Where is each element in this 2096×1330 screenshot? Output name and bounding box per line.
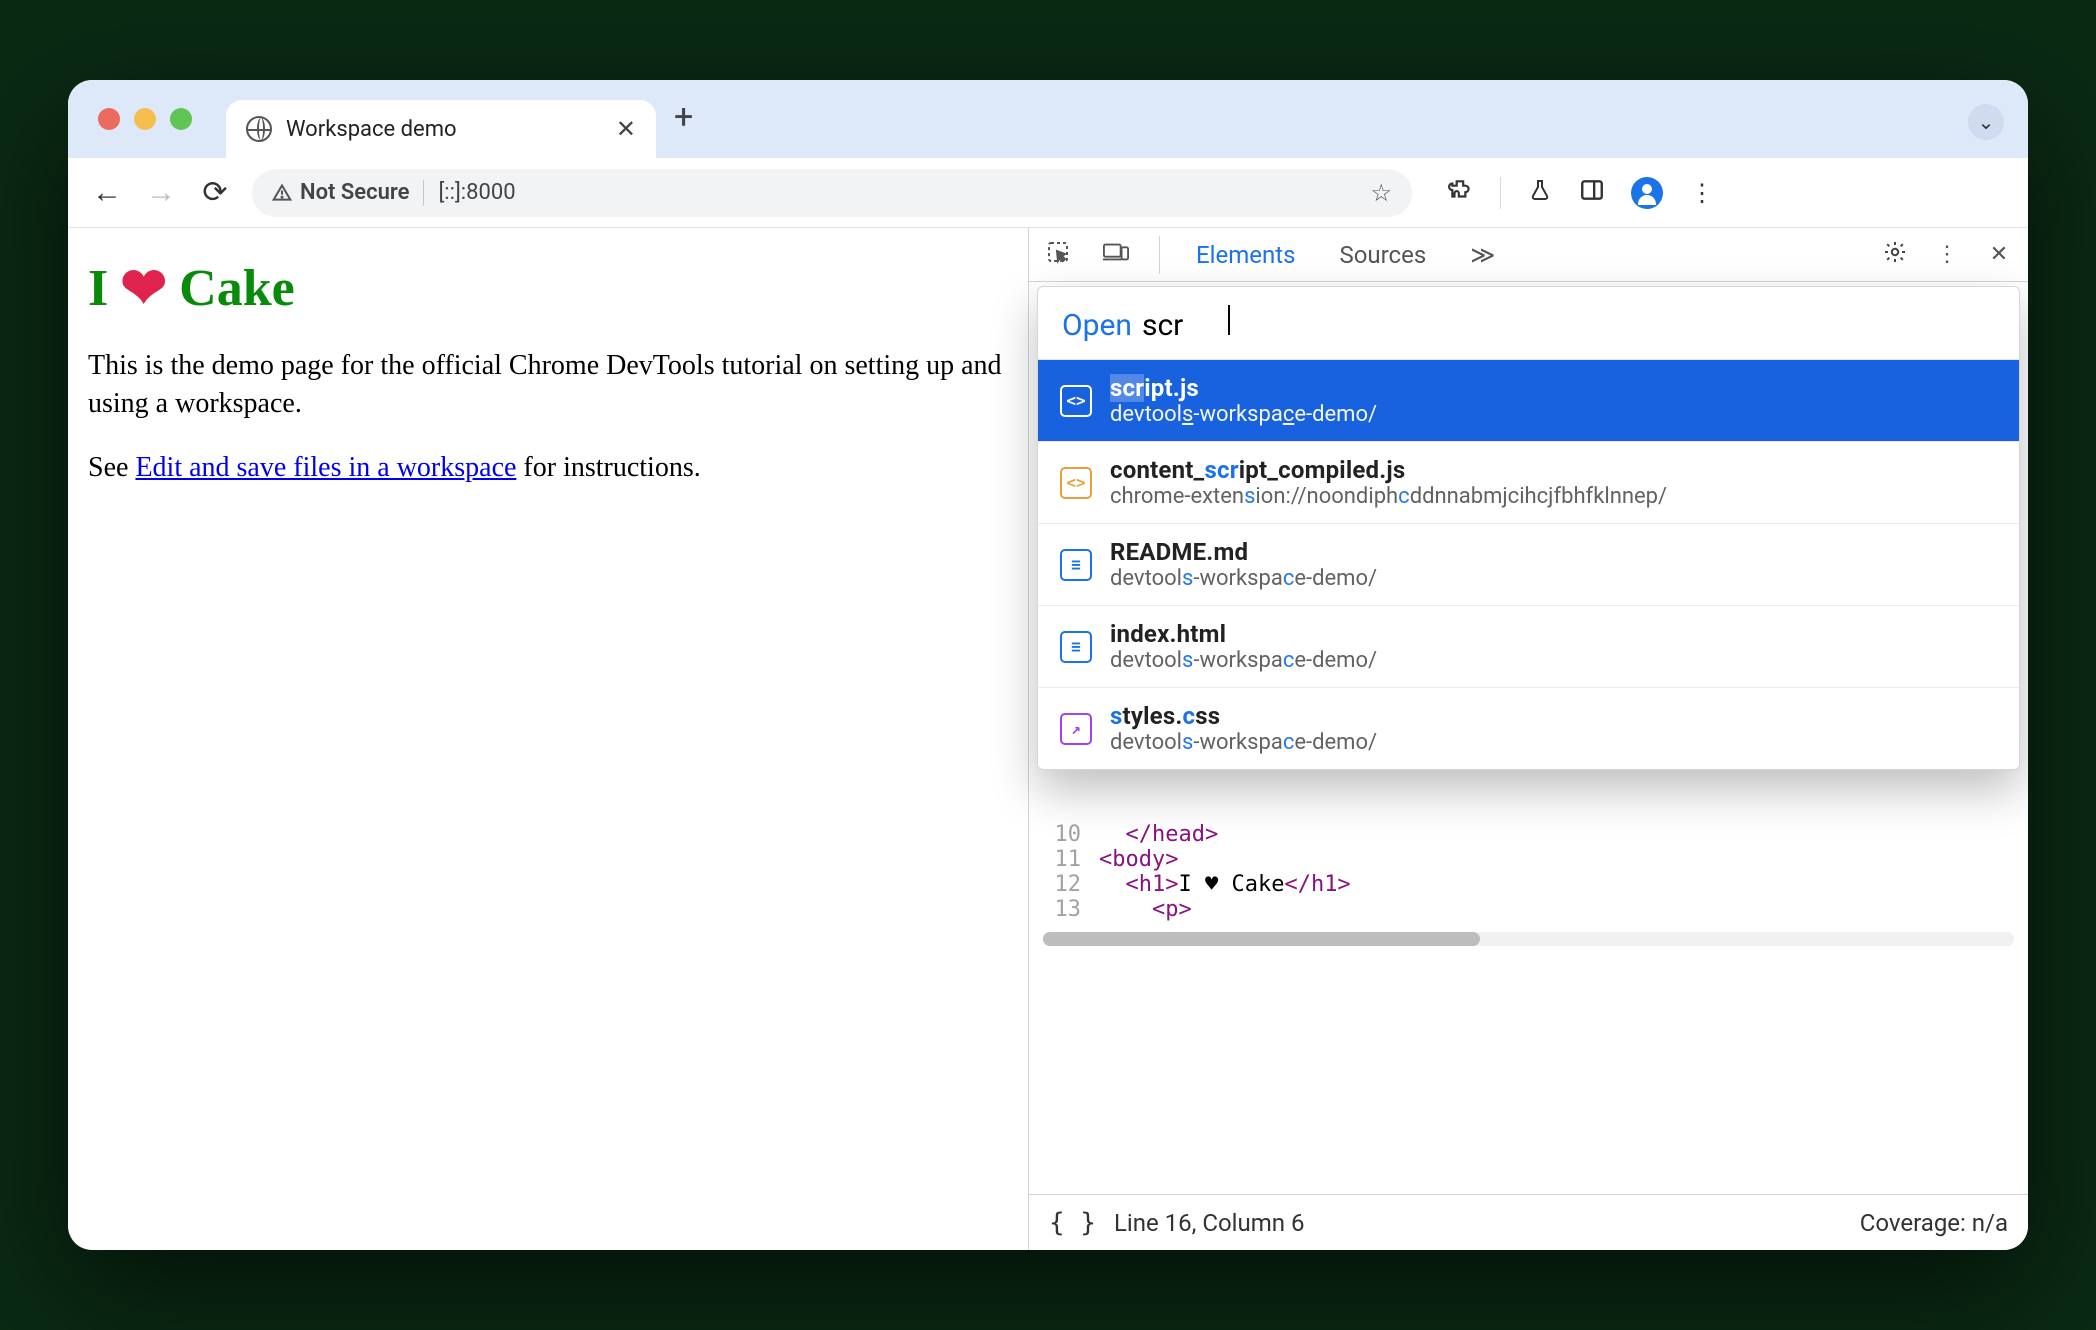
devtools-separator [1159, 236, 1160, 274]
page-viewport: I ❤ Cake This is the demo page for the o… [68, 228, 1028, 1250]
line-number: 13 [1029, 897, 1099, 922]
page-heading: I ❤ Cake [88, 256, 1008, 321]
devtools-right-controls: ⋮ ✕ [1880, 240, 2014, 270]
horizontal-scrollbar[interactable] [1043, 932, 2014, 946]
window-titlebar: Workspace demo ✕ + ⌄ [68, 80, 2028, 158]
content-area: I ❤ Cake This is the demo page for the o… [68, 228, 2028, 1250]
script-file-icon: <> [1060, 385, 1092, 417]
palette-item-path: devtools-workspace-demo/ [1110, 730, 1377, 755]
palette-item-name: index.html [1110, 620, 1377, 648]
new-tab-button[interactable]: + [674, 97, 693, 137]
palette-label: Open [1062, 308, 1132, 343]
palette-search-row: Open scr [1038, 287, 2019, 359]
close-window-button[interactable] [98, 108, 120, 130]
palette-item[interactable]: <> content_script_compiled.jschrome-exten… [1038, 442, 2019, 524]
devtools-panel: Elements Sources ≫ ⋮ ✕ 10 </head> 11<bod… [1028, 228, 2028, 1250]
toolbar-separator [1500, 177, 1501, 209]
palette-item-path: chrome-extension://noondiphcddnnabmjcihc… [1110, 484, 1667, 509]
line-number: 12 [1029, 872, 1099, 897]
devtools-tabstrip: Elements Sources ≫ ⋮ ✕ [1029, 228, 2028, 282]
palette-input[interactable]: scr [1142, 308, 1222, 343]
address-bar[interactable]: Not Secure [::]:8000 ☆ [252, 169, 1412, 217]
back-button[interactable]: ← [90, 175, 124, 210]
palette-item[interactable]: ≡ README.mddevtools-workspace-demo/ [1038, 524, 2019, 606]
close-tab-button[interactable]: ✕ [616, 115, 636, 143]
tab-elements[interactable]: Elements [1188, 235, 1303, 275]
palette-item-name: README.md [1110, 538, 1377, 566]
palette-item-name: content_script_compiled.js [1110, 456, 1667, 484]
side-panel-icon[interactable] [1579, 177, 1605, 209]
line-number: 11 [1029, 847, 1099, 872]
text-cursor [1228, 305, 1230, 335]
devtools-menu-icon[interactable]: ⋮ [1932, 242, 1962, 267]
palette-item-name: script.js [1110, 374, 1377, 402]
palette-item[interactable]: ↗ styles.cssdevtools-workspace-demo/ [1038, 688, 2019, 769]
coverage-status[interactable]: Coverage: n/a [1860, 1209, 2008, 1237]
tab-sources[interactable]: Sources [1331, 235, 1434, 275]
maximize-window-button[interactable] [170, 108, 192, 130]
forward-button[interactable]: → [144, 175, 178, 210]
browser-window: Workspace demo ✕ + ⌄ ← → ⟳ Not Secure [:… [68, 80, 2028, 1250]
inspect-icon[interactable] [1043, 240, 1073, 270]
profile-avatar[interactable] [1631, 177, 1663, 209]
toolbar-right: ⋮ [1448, 177, 1715, 209]
cursor-position: Line 16, Column 6 [1114, 1209, 1304, 1237]
h1-pre: I [88, 259, 108, 318]
omnibox-divider [423, 180, 424, 206]
globe-icon [246, 116, 272, 142]
workspace-link[interactable]: Edit and save files in a workspace [135, 452, 516, 483]
pretty-print-icon[interactable]: { } [1049, 1208, 1096, 1238]
browser-toolbar: ← → ⟳ Not Secure [::]:8000 ☆ ⋮ [68, 158, 2028, 228]
bookmark-icon[interactable]: ☆ [1370, 179, 1392, 207]
document-file-icon: ≡ [1060, 549, 1092, 581]
code-line: <p> [1099, 897, 1192, 922]
palette-item[interactable]: ≡ index.htmldevtools-workspace-demo/ [1038, 606, 2019, 688]
reload-button[interactable]: ⟳ [198, 175, 232, 210]
code-line: <body> [1099, 847, 1178, 872]
h1-post: Cake [179, 259, 295, 318]
code-line: </head> [1099, 822, 1218, 847]
browser-menu-icon[interactable]: ⋮ [1689, 179, 1715, 207]
palette-item-path: devtools-workspace-demo/ [1110, 566, 1377, 591]
browser-tab[interactable]: Workspace demo ✕ [226, 100, 656, 158]
tab-title: Workspace demo [286, 117, 457, 142]
heart-icon: ❤ [120, 256, 167, 321]
url-text: [::]:8000 [438, 180, 515, 205]
see-post: for instructions. [516, 452, 700, 483]
devtools-close-icon[interactable]: ✕ [1984, 242, 2014, 267]
see-pre: See [88, 452, 135, 483]
minimize-window-button[interactable] [134, 108, 156, 130]
page-see-line: See Edit and save files in a workspace f… [88, 449, 1008, 487]
page-paragraph: This is the demo page for the official C… [88, 347, 1008, 423]
gear-icon[interactable] [1880, 240, 1910, 270]
palette-item-path: devtools-workspace-demo/ [1110, 648, 1377, 673]
script-file-icon: <> [1060, 467, 1092, 499]
palette-item-name: styles.css [1110, 702, 1377, 730]
security-indicator[interactable]: Not Secure [272, 180, 409, 205]
palette-results: <>script.jsdevtools-workspace-demo/<>con… [1038, 359, 2019, 769]
code-line: <h1>I ♥ Cake</h1> [1099, 872, 1351, 897]
device-mode-icon[interactable] [1101, 241, 1131, 269]
stylesheet-file-icon: ↗ [1060, 713, 1092, 745]
palette-item-path: devtools-workspace-demo/ [1110, 402, 1377, 427]
labs-icon[interactable] [1527, 177, 1553, 209]
line-number: 10 [1029, 822, 1099, 847]
document-file-icon: ≡ [1060, 631, 1092, 663]
file-open-palette: Open scr <>script.jsdevtools-workspace-d… [1037, 286, 2020, 770]
tab-dropdown-button[interactable]: ⌄ [1968, 104, 2004, 140]
window-controls [98, 108, 192, 130]
devtools-statusbar: { } Line 16, Column 6 Coverage: n/a [1029, 1194, 2028, 1250]
extensions-icon[interactable] [1448, 177, 1474, 209]
palette-item[interactable]: <> script.jsdevtools-workspace-demo/ [1038, 360, 2019, 442]
tab-overflow[interactable]: ≫ [1462, 235, 1503, 275]
security-label: Not Secure [300, 180, 409, 205]
